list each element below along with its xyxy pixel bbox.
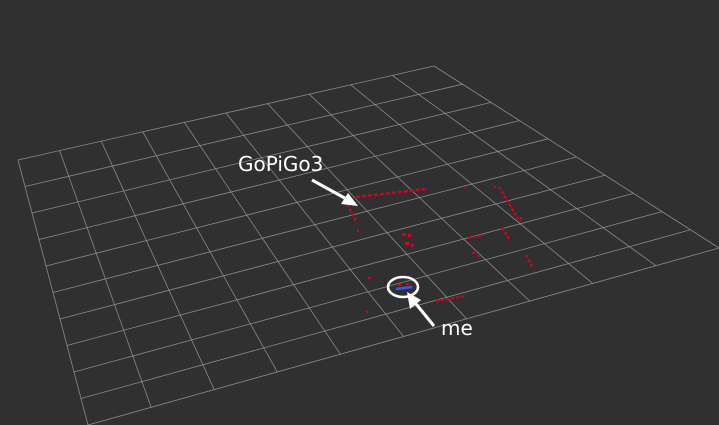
scan-segment: [525, 254, 534, 269]
self-scan-point: [398, 284, 401, 286]
scan-point: [472, 252, 475, 254]
floor-grid: [17, 65, 719, 425]
scan-segment: [435, 294, 466, 303]
scan-point: [405, 242, 409, 245]
scan-point: [357, 230, 359, 232]
robot-label: GoPiGo3: [238, 152, 323, 176]
grid-line-horizontal: [52, 156, 577, 293]
scan-point: [494, 186, 496, 188]
self-scan-point: [406, 283, 409, 285]
grid-line-vertical: [267, 103, 467, 320]
scan-segment: [355, 187, 427, 199]
robot-arrow-head: [341, 193, 358, 206]
scan-point: [402, 233, 406, 236]
self-marker: [386, 275, 420, 299]
scan-point: [411, 244, 414, 247]
scan-point: [478, 255, 480, 257]
scan-point: [520, 217, 522, 220]
grid-line-horizontal: [59, 174, 606, 320]
grid-line-horizontal: [87, 247, 719, 425]
self-label: me: [441, 316, 473, 340]
grid-line-vertical: [350, 84, 594, 284]
grid-line-horizontal: [80, 229, 691, 399]
rviz-3d-viewport[interactable]: GoPiGo3 me: [0, 0, 719, 425]
scan-point: [408, 234, 411, 237]
scene-canvas[interactable]: GoPiGo3 me: [0, 0, 719, 425]
scan-segment: [501, 227, 511, 241]
scan-point: [366, 311, 368, 313]
grid-line-vertical: [392, 75, 657, 267]
laser-scan-points: [343, 186, 534, 313]
scan-point: [368, 277, 371, 279]
self-scan-segment: [395, 285, 413, 291]
scan-segment: [498, 186, 521, 223]
scan-point: [464, 186, 466, 188]
